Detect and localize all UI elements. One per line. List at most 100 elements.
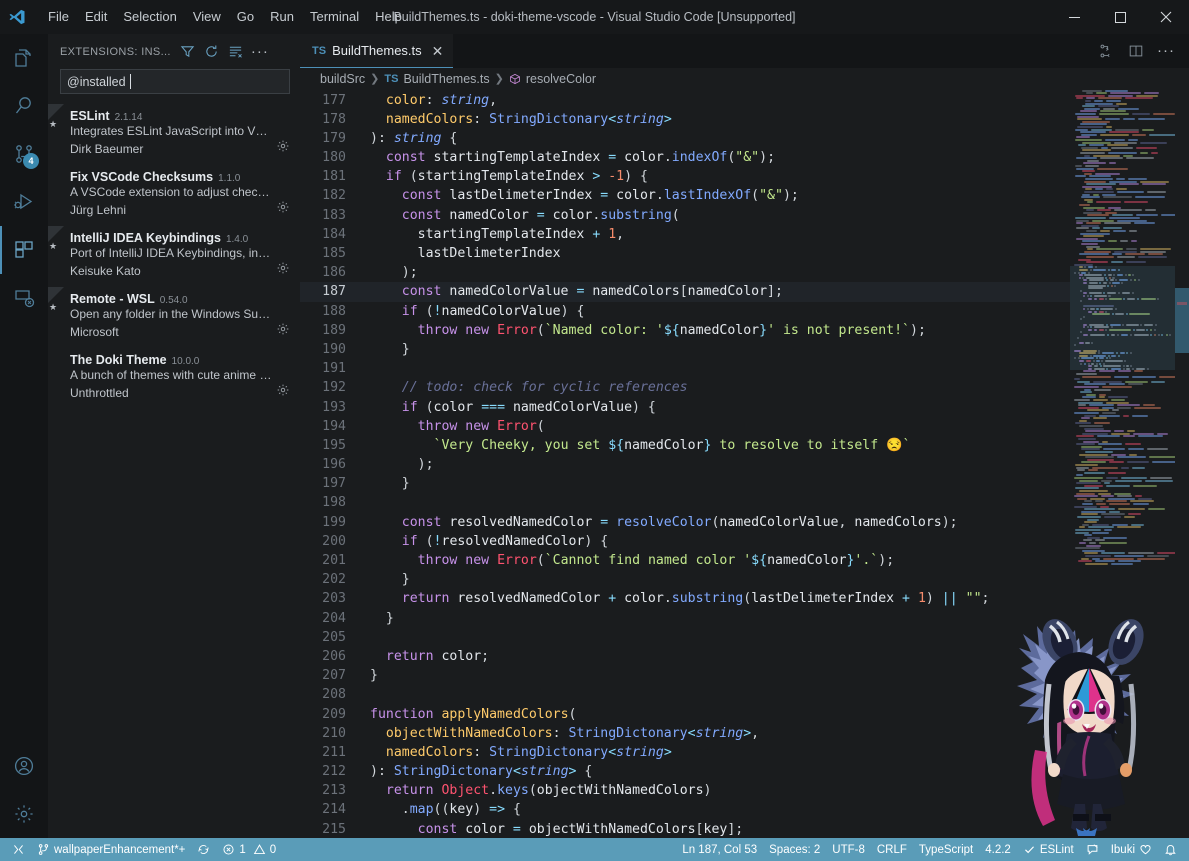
status-doki-character[interactable]: Ibuki — [1105, 838, 1158, 861]
code-line[interactable]: 198 — [300, 493, 1070, 512]
close-icon[interactable] — [1143, 0, 1189, 34]
status-eol[interactable]: CRLF — [871, 838, 913, 861]
status-problems[interactable]: 1 0 — [216, 838, 282, 861]
maximize-icon[interactable] — [1097, 0, 1143, 34]
menu-run[interactable]: Run — [262, 5, 302, 29]
filter-icon[interactable] — [177, 41, 199, 63]
bell-icon[interactable] — [1158, 838, 1183, 861]
list-item[interactable]: Fix VSCode Checksums 1.1.0 A VSCode exte… — [48, 165, 300, 226]
sidebar-item-explorer[interactable] — [0, 34, 48, 82]
code-line[interactable]: 203 return resolvedNamedColor + color.su… — [300, 589, 1070, 608]
status-sync[interactable] — [191, 838, 216, 861]
account-icon[interactable] — [0, 742, 48, 790]
code-line[interactable]: 202 } — [300, 570, 1070, 589]
status-branch[interactable]: wallpaperEnhancement*+ — [31, 838, 191, 861]
code-line[interactable]: 192 // todo: check for cyclic references — [300, 378, 1070, 397]
code-scroll-area[interactable]: 177 color: string, 178 namedColors: Strin… — [300, 90, 1070, 838]
code-line[interactable]: 185 lastDelimeterIndex — [300, 244, 1070, 263]
menu-selection[interactable]: Selection — [115, 5, 184, 29]
code-content[interactable]: 177 color: string, 178 namedColors: Strin… — [300, 90, 1070, 838]
editor-scrollbar[interactable] — [1175, 288, 1189, 353]
sidebar-item-source-control[interactable]: 4 — [0, 130, 48, 178]
clear-list-icon[interactable] — [225, 41, 247, 63]
code-line[interactable]: 200 if (!resolvedNamedColor) { — [300, 532, 1070, 551]
status-eslint[interactable]: ESLint — [1017, 838, 1080, 861]
code-line[interactable]: 184 startingTemplateIndex + 1, — [300, 225, 1070, 244]
tab-buildthemes[interactable]: TS BuildThemes.ts ✕ — [300, 34, 454, 69]
run-file-icon[interactable] — [1093, 38, 1119, 64]
code-line[interactable]: 196 ); — [300, 455, 1070, 474]
list-item[interactable]: The Doki Theme 10.0.0 A bunch of themes … — [48, 348, 300, 409]
code-line[interactable]: 180 const startingTemplateIndex = color.… — [300, 148, 1070, 167]
list-item[interactable]: ★ Remote - WSL 0.54.0 Open any folder in… — [48, 287, 300, 348]
sidebar-item-search[interactable] — [0, 82, 48, 130]
code-line[interactable]: 179): string { — [300, 129, 1070, 148]
gear-icon[interactable] — [276, 261, 290, 280]
more-icon[interactable]: ··· — [249, 41, 271, 63]
code-line[interactable]: 189 throw new Error(`Named color: '${nam… — [300, 321, 1070, 340]
gear-icon[interactable] — [276, 383, 290, 402]
code-line[interactable]: 187 const namedColorValue = namedColors[… — [300, 282, 1070, 302]
search-input[interactable]: @installed — [60, 69, 290, 94]
code-line[interactable]: 181 if (startingTemplateIndex > -1) { — [300, 167, 1070, 186]
more-icon[interactable]: ··· — [1153, 38, 1179, 64]
code-line[interactable]: 178 namedColors: StringDictonary<string> — [300, 110, 1070, 129]
code-line[interactable]: 209 function applyNamedColors( — [300, 705, 1070, 724]
code-editor[interactable]: 177 color: string, 178 namedColors: Strin… — [300, 89, 1189, 838]
sidebar-item-remote-explorer[interactable] — [0, 274, 48, 322]
code-line[interactable]: 188 if (!namedColorValue) { — [300, 302, 1070, 321]
code-line[interactable]: 199 const resolvedNamedColor = resolveCo… — [300, 513, 1070, 532]
code-line[interactable]: 204 } — [300, 609, 1070, 628]
code-line[interactable]: 212): StringDictonary<string> { — [300, 762, 1070, 781]
menu-help[interactable]: Help — [367, 5, 410, 29]
status-indentation[interactable]: Spaces: 2 — [763, 838, 826, 861]
menu-terminal[interactable]: Terminal — [302, 5, 367, 29]
feedback-icon[interactable] — [1080, 838, 1105, 861]
status-language-mode[interactable]: TypeScript — [913, 838, 979, 861]
code-line[interactable]: 191 — [300, 359, 1070, 378]
gear-icon[interactable] — [0, 790, 48, 838]
sidebar-item-run-and-debug[interactable] — [0, 178, 48, 226]
code-line[interactable]: 215 const color = objectWithNamedColors[… — [300, 820, 1070, 838]
menu-go[interactable]: Go — [229, 5, 262, 29]
code-line[interactable]: 208 — [300, 685, 1070, 704]
code-line[interactable]: 194 throw new Error( — [300, 417, 1070, 436]
code-line[interactable]: 211 namedColors: StringDictonary<string> — [300, 743, 1070, 762]
menu-view[interactable]: View — [185, 5, 229, 29]
status-remote-indicator[interactable] — [6, 838, 31, 861]
code-line[interactable]: 205 — [300, 628, 1070, 647]
breadcrumb-folder[interactable]: buildSrc — [320, 72, 365, 86]
gear-icon[interactable] — [276, 139, 290, 158]
code-line[interactable]: 210 objectWithNamedColors: StringDictona… — [300, 724, 1070, 743]
overview-ruler[interactable] — [1175, 89, 1189, 838]
status-encoding[interactable]: UTF-8 — [826, 838, 871, 861]
code-line[interactable]: 182 const lastDelimeterIndex = color.las… — [300, 186, 1070, 205]
code-line[interactable]: 186 ); — [300, 263, 1070, 282]
code-line[interactable]: 177 color: string, — [300, 91, 1070, 110]
code-line[interactable]: 193 if (color === namedColorValue) { — [300, 398, 1070, 417]
code-line[interactable]: 214 .map((key) => { — [300, 800, 1070, 819]
gear-icon[interactable] — [276, 322, 290, 341]
close-icon[interactable]: ✕ — [432, 44, 444, 58]
status-cursor-position[interactable]: Ln 187, Col 53 — [676, 838, 763, 861]
refresh-icon[interactable] — [201, 41, 223, 63]
code-line[interactable]: 206 return color; — [300, 647, 1070, 666]
minimap[interactable] — [1070, 89, 1175, 838]
minimize-icon[interactable] — [1051, 0, 1097, 34]
list-item[interactable]: ★ IntelliJ IDEA Keybindings 1.4.0 Port o… — [48, 226, 300, 287]
status-typescript-version[interactable]: 4.2.2 — [979, 838, 1017, 861]
breadcrumb-symbol[interactable]: resolveColor — [526, 72, 596, 86]
menu-file[interactable]: File — [40, 5, 77, 29]
list-item[interactable]: ★ ESLint 2.1.14 Integrates ESLint JavaSc… — [48, 104, 300, 165]
code-line[interactable]: 207} — [300, 666, 1070, 685]
code-line[interactable]: 183 const namedColor = color.substring( — [300, 206, 1070, 225]
sidebar-item-extensions[interactable] — [0, 226, 48, 274]
code-line[interactable]: 190 } — [300, 340, 1070, 359]
code-line[interactable]: 201 throw new Error(`Cannot find named c… — [300, 551, 1070, 570]
menu-edit[interactable]: Edit — [77, 5, 115, 29]
code-line[interactable]: 197 } — [300, 474, 1070, 493]
code-line[interactable]: 213 return Object.keys(objectWithNamedCo… — [300, 781, 1070, 800]
breadcrumb-file[interactable]: BuildThemes.ts — [403, 72, 489, 86]
code-line[interactable]: 195 `Very Cheeky, you set ${namedColor} … — [300, 436, 1070, 455]
minimap-viewport[interactable] — [1070, 266, 1175, 371]
